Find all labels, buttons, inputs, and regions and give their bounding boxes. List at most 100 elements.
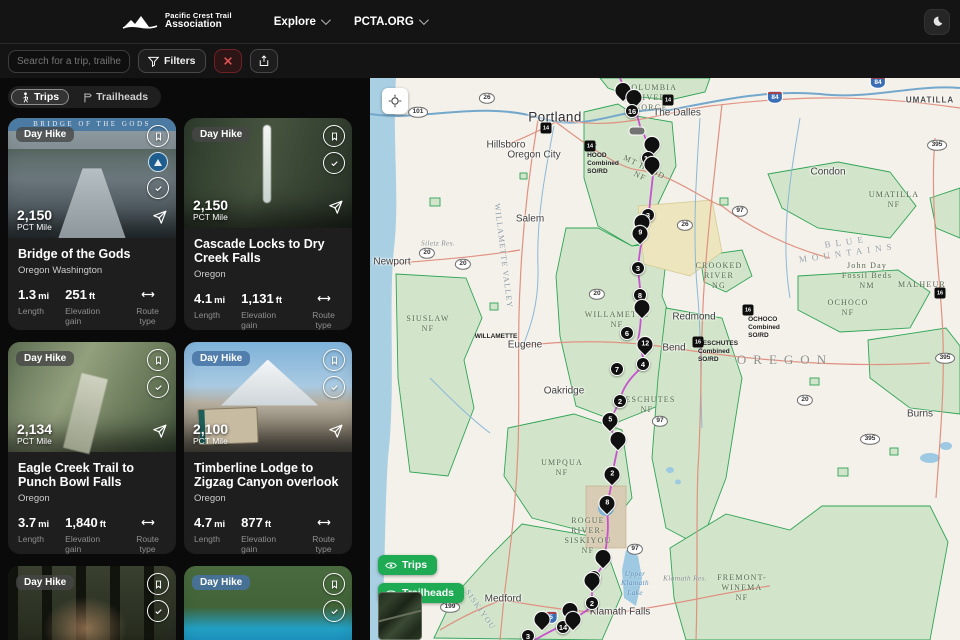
- trip-card[interactable]: Day Hike2,100PCT MileTimberline Lodge to…: [184, 342, 352, 554]
- bookmark-button[interactable]: [323, 573, 345, 595]
- map-marker-pin[interactable]: 9: [633, 226, 648, 241]
- card-action-icons: [147, 349, 169, 398]
- map-marker-pin[interactable]: [535, 612, 550, 627]
- map-marker-circle[interactable]: 6: [620, 326, 634, 340]
- map-marker-pin[interactable]: 12: [638, 337, 653, 352]
- highway-shield: 101: [408, 107, 428, 118]
- trip-card-info: Bridge of the GodsOregon Washington1.3mi…: [8, 238, 176, 326]
- map-area-label: Upper Klamath Lake: [621, 569, 649, 597]
- map-marker-pin[interactable]: [566, 612, 581, 627]
- map-marker-circle[interactable]: 7: [610, 362, 624, 376]
- toggle-trips[interactable]: Trips: [11, 89, 69, 105]
- results-sidebar: Trips Trailheads BRIDGE OF THE GODSDay H…: [0, 78, 370, 640]
- card-action-icons: [147, 125, 169, 199]
- highway-shield: 20: [589, 289, 605, 300]
- map-marker-circle[interactable]: 16: [625, 104, 639, 118]
- pct-mile-value: 2,150: [17, 207, 52, 223]
- card-action-icons: [323, 125, 345, 174]
- map[interactable]: PortlandHillsboroOregon CityThe DallesSa…: [370, 78, 960, 640]
- dark-mode-toggle[interactable]: [924, 9, 950, 35]
- bookmark-button[interactable]: [323, 125, 345, 147]
- trip-card-info: Cascade Locks to Dry Creek FallsOregon4.…: [184, 228, 352, 331]
- map-marker-pin[interactable]: [627, 90, 642, 105]
- map-office-marker[interactable]: 16: [743, 305, 754, 316]
- stat-elevation: 1,131ftElevation gain: [241, 290, 289, 330]
- bookmark-button[interactable]: [147, 125, 169, 147]
- map-area-label: OREGON: [737, 352, 833, 368]
- trip-card[interactable]: Day Hike2,134PCT MileEagle Creek Trail t…: [8, 342, 176, 554]
- map-marker-pin[interactable]: [645, 137, 660, 152]
- completed-check-button[interactable]: [323, 376, 345, 398]
- map-marker-pin[interactable]: [596, 550, 611, 565]
- map-city-label: Medford: [485, 594, 522, 605]
- map-marker-circle[interactable]: 4: [636, 357, 650, 371]
- map-area-label: SIUSLAW NF: [406, 314, 449, 334]
- completed-check-button[interactable]: [147, 600, 169, 622]
- trip-card[interactable]: Day Hike: [8, 566, 176, 640]
- completed-check-button[interactable]: [323, 600, 345, 622]
- map-city-label: Condon: [810, 167, 845, 178]
- stat-length: 4.7miLength: [194, 514, 225, 554]
- filters-button[interactable]: Filters: [138, 49, 206, 73]
- map-area-label: CROOKED RIVER NG: [695, 261, 742, 291]
- map-marker-circle[interactable]: 2: [585, 596, 599, 610]
- share-icon: [258, 55, 270, 67]
- map-marker-pin[interactable]: 2: [605, 467, 620, 482]
- navigate-button[interactable]: [151, 423, 168, 445]
- map-office-marker[interactable]: 14: [663, 95, 674, 106]
- map-marker-cluster[interactable]: [629, 127, 646, 136]
- map-marker-pin[interactable]: [635, 300, 650, 315]
- geolocate-button[interactable]: [382, 88, 408, 114]
- pct-mile-value: 2,134: [17, 421, 52, 437]
- completed-check-button[interactable]: [323, 152, 345, 174]
- bookmark-button[interactable]: [323, 349, 345, 371]
- map-marker-pin[interactable]: [645, 157, 660, 172]
- map-marker-circle[interactable]: 3: [521, 629, 535, 640]
- nav-explore[interactable]: Explore: [274, 16, 328, 28]
- navigate-button[interactable]: [151, 209, 168, 231]
- trip-card-photo: Day Hike2,100PCT Mile: [184, 342, 352, 452]
- trip-card[interactable]: Day Hike: [184, 566, 352, 640]
- trip-title: Eagle Creek Trail to Punch Bowl Falls: [18, 461, 166, 491]
- completed-check-button[interactable]: [147, 177, 169, 199]
- map-city-label: Portland: [528, 110, 581, 125]
- search-input[interactable]: [8, 50, 130, 73]
- chevron-down-icon: [419, 15, 429, 25]
- bookmark-icon: [153, 355, 164, 366]
- map-office-marker[interactable]: 16: [693, 337, 704, 348]
- map-marker-pin[interactable]: 8: [600, 496, 615, 511]
- bookmark-button[interactable]: [147, 349, 169, 371]
- map-office-marker[interactable]: 14: [541, 123, 552, 134]
- toggle-trailheads[interactable]: Trailheads: [72, 89, 158, 105]
- clear-search-button[interactable]: [214, 49, 242, 73]
- stat-length: 3.7miLength: [18, 514, 49, 554]
- pct-mile-value: 2,150: [193, 197, 228, 213]
- map-office-marker[interactable]: 14: [585, 141, 596, 152]
- map-marker-circle[interactable]: 3: [631, 261, 645, 275]
- share-button[interactable]: [250, 49, 278, 73]
- trip-card-photo: Day Hike2,150PCT Mile: [184, 118, 352, 228]
- nav-pcta-org[interactable]: PCTA.ORG: [354, 16, 426, 28]
- trip-stats: 4.1miLength1,131ftElevation gainRoute ty…: [194, 290, 342, 330]
- navigate-button[interactable]: [327, 199, 344, 221]
- navigate-button[interactable]: [327, 423, 344, 445]
- bookmark-button[interactable]: [147, 573, 169, 595]
- trip-card[interactable]: Day Hike2,150PCT MileCascade Locks to Dr…: [184, 118, 352, 330]
- minimap-thumbnail[interactable]: [378, 592, 422, 640]
- eye-icon: [385, 561, 397, 570]
- trip-type-badge: Day Hike: [192, 575, 250, 590]
- trip-card[interactable]: BRIDGE OF THE GODSDay Hike2,150PCT MileB…: [8, 118, 176, 330]
- map-marker-pin[interactable]: 5: [603, 413, 618, 428]
- search-toolbar: Filters: [0, 44, 960, 78]
- map-marker-pin[interactable]: [585, 573, 600, 588]
- map-trips-toggle[interactable]: Trips: [378, 555, 437, 575]
- map-marker-pin[interactable]: [611, 432, 626, 447]
- map-marker-circle[interactable]: 2: [613, 394, 627, 408]
- check-icon: [153, 183, 164, 194]
- completed-check-button[interactable]: [147, 376, 169, 398]
- map-area-label: UMPQUA NF: [541, 458, 583, 478]
- stat-elevation: 251ftElevation gain: [65, 286, 113, 326]
- pcta-logo[interactable]: Pacific Crest Trail Association: [122, 12, 232, 30]
- map-office-marker[interactable]: 16: [935, 288, 946, 299]
- filters-label: Filters: [164, 55, 196, 67]
